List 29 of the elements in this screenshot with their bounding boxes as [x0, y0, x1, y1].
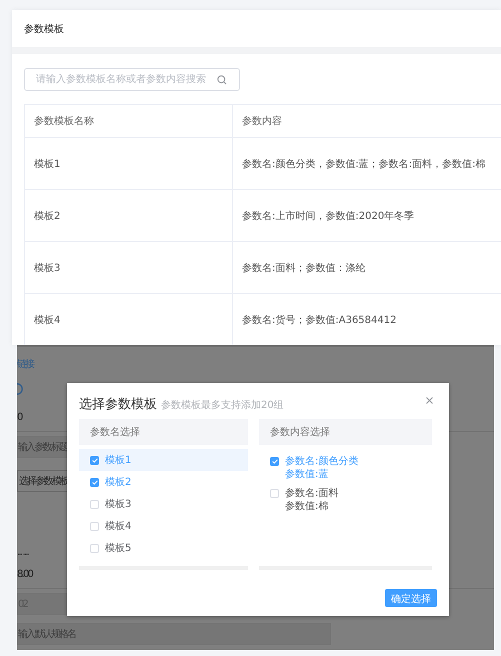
list-item[interactable]: 模板4	[79, 515, 248, 537]
value-text: 8.00	[17, 568, 32, 580]
dialog-title: 选择参数模板	[79, 396, 157, 413]
panel-header: 参数名选择	[79, 419, 248, 445]
checkbox[interactable]	[90, 456, 99, 464]
value-text: 0	[17, 412, 22, 422]
search-icon[interactable]	[217, 74, 227, 84]
radio-icon[interactable]	[17, 383, 23, 395]
page-title: 参数模板	[24, 22, 64, 36]
input-field[interactable]: 输入默认规格名	[17, 623, 331, 645]
link[interactable]: 链接	[17, 357, 34, 371]
label-text: ... ....	[17, 547, 28, 558]
confirm-button[interactable]: 确定选择	[385, 589, 437, 607]
checkbox[interactable]	[90, 478, 99, 486]
list-item[interactable]: 模板2	[79, 471, 248, 493]
list-item[interactable]: 模板5	[79, 537, 248, 559]
checkbox[interactable]	[270, 457, 279, 466]
dialog-hint: 参数模板最多支持添加20组	[161, 398, 284, 412]
list-item[interactable]: 模板3	[79, 493, 248, 515]
option-label[interactable]: 参数名:面料 参数值:棉	[285, 487, 338, 513]
column-header: 参数模板名称	[24, 104, 232, 138]
table-cell: 模板3	[24, 242, 232, 294]
panel-header: 参数内容选择	[259, 419, 432, 445]
table-cell: 模板2	[24, 190, 232, 242]
option-label[interactable]: 参数名:颜色分类 参数值:蓝	[285, 455, 358, 481]
table-cell: 模板1	[24, 138, 232, 190]
close-icon[interactable]	[426, 397, 433, 404]
list-item[interactable]: 模板1	[79, 449, 248, 471]
column-header: 参数内容	[232, 104, 501, 138]
